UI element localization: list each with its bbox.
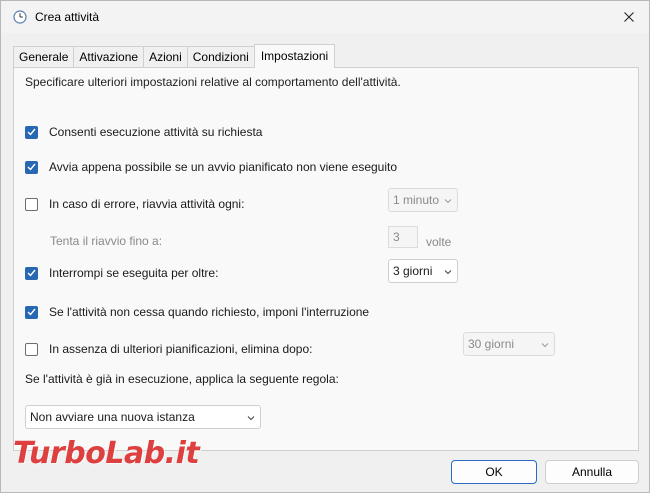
tab-strip: Generale Attivazione Azioni Condizioni I… [13,44,336,68]
restart-on-failure-label: In caso di errore, riavvia attività ogni… [49,197,245,211]
checkmark-icon [27,308,36,316]
chevron-down-icon [444,270,452,275]
force-stop-checkbox[interactable] [25,305,38,319]
restart-attempts-row: Tenta il riavvio fino a: [50,234,162,248]
run-asap-checkbox[interactable] [25,160,38,174]
restart-on-failure-option[interactable]: In caso di errore, riavvia attività ogni… [25,197,244,211]
clock-icon [13,10,27,24]
restart-on-failure-checkbox[interactable] [25,197,38,211]
force-stop-label: Se l'attività non cessa quando richiesto… [49,305,370,319]
tab-generale[interactable]: Generale [13,46,75,68]
task-dialog: Crea attività Generale Attivazione Azion… [0,0,650,493]
run-asap-label: Avvia appena possibile se un avvio piani… [49,160,398,174]
cancel-button[interactable]: Annulla [545,460,639,484]
run-on-demand-option[interactable]: Consenti esecuzione attività su richiest… [25,125,262,139]
delete-after-combo[interactable]: 30 giorni [463,332,555,356]
restart-attempts-label: Tenta il riavvio fino a: [50,234,163,248]
stop-if-longer-label: Interrompi se eseguita per oltre: [49,266,219,280]
chevron-down-icon [444,199,452,204]
checkmark-icon [27,163,36,171]
window-title: Crea attività [35,10,100,24]
run-on-demand-checkbox[interactable] [25,125,38,139]
delete-if-not-scheduled-checkbox[interactable] [25,342,38,356]
chevron-down-icon [247,416,255,421]
restart-attempts-unit: volte [426,235,452,249]
panel-description: Specificare ulteriori impostazioni relat… [25,75,401,89]
run-on-demand-label: Consenti esecuzione attività su richiest… [49,125,263,139]
running-rule-label: Se l'attività è già in esecuzione, appli… [25,372,339,386]
stop-duration-combo[interactable]: 3 giorni [388,259,458,283]
delete-if-not-scheduled-label: In assenza di ulteriori pianificazioni, … [49,342,313,356]
stop-if-longer-checkbox[interactable] [25,266,38,280]
close-icon [624,12,634,22]
watermark-logo: TurboLab.it [13,433,200,473]
checkmark-icon [27,269,36,277]
stop-if-longer-option[interactable]: Interrompi se eseguita per oltre: [25,266,218,280]
title-bar: Crea attività [1,1,649,33]
delete-if-not-scheduled-option[interactable]: In assenza di ulteriori pianificazioni, … [25,342,312,356]
restart-interval-value: 1 minuto [393,193,440,207]
tab-attivazione[interactable]: Attivazione [73,46,145,68]
running-rule-combo[interactable]: Non avviare una nuova istanza [25,405,261,429]
restart-attempts-field[interactable]: 3 [388,226,418,248]
chevron-down-icon [541,343,549,348]
tab-condizioni[interactable]: Condizioni [186,46,255,68]
ok-button[interactable]: OK [451,460,537,484]
tab-impostazioni[interactable]: Impostazioni [253,44,336,68]
running-rule-value: Non avviare una nuova istanza [30,410,195,424]
delete-after-value: 30 giorni [468,337,515,351]
tab-azioni[interactable]: Azioni [143,46,188,68]
force-stop-option[interactable]: Se l'attività non cessa quando richiesto… [25,305,369,319]
restart-interval-combo[interactable]: 1 minuto [388,188,458,212]
watermark-text: TurboLab.it [13,435,200,471]
checkmark-icon [27,128,36,136]
run-asap-option[interactable]: Avvia appena possibile se un avvio piani… [25,160,397,174]
stop-duration-value: 3 giorni [393,264,433,278]
close-button[interactable] [609,1,649,33]
